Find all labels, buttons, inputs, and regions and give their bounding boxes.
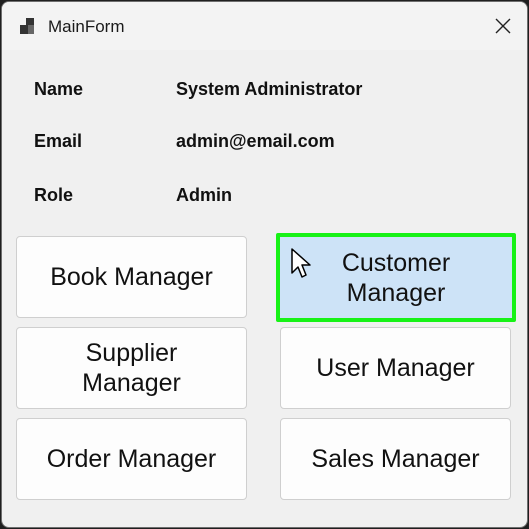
email-label: Email (34, 131, 83, 151)
windows-forms-icon (20, 18, 34, 34)
close-icon (495, 18, 511, 34)
name-value: System Administrator (176, 79, 363, 99)
user-manager-button[interactable]: User Manager (280, 327, 511, 409)
customer-manager-button[interactable]: Customer Manager (276, 233, 516, 322)
order-manager-button[interactable]: Order Manager (16, 418, 247, 500)
role-value: Admin (176, 185, 232, 205)
window-title: MainForm (48, 17, 125, 36)
book-manager-button[interactable]: Book Manager (16, 236, 247, 318)
email-value: admin@email.com (176, 131, 335, 151)
sales-manager-button[interactable]: Sales Manager (280, 418, 511, 500)
close-button[interactable] (479, 2, 527, 50)
supplier-manager-button[interactable]: Supplier Manager (16, 327, 247, 409)
main-window: MainForm Name System Administrator Email… (1, 1, 528, 528)
name-label: Name (34, 79, 84, 99)
title-bar[interactable]: MainForm (2, 2, 527, 50)
role-label: Role (34, 185, 74, 205)
